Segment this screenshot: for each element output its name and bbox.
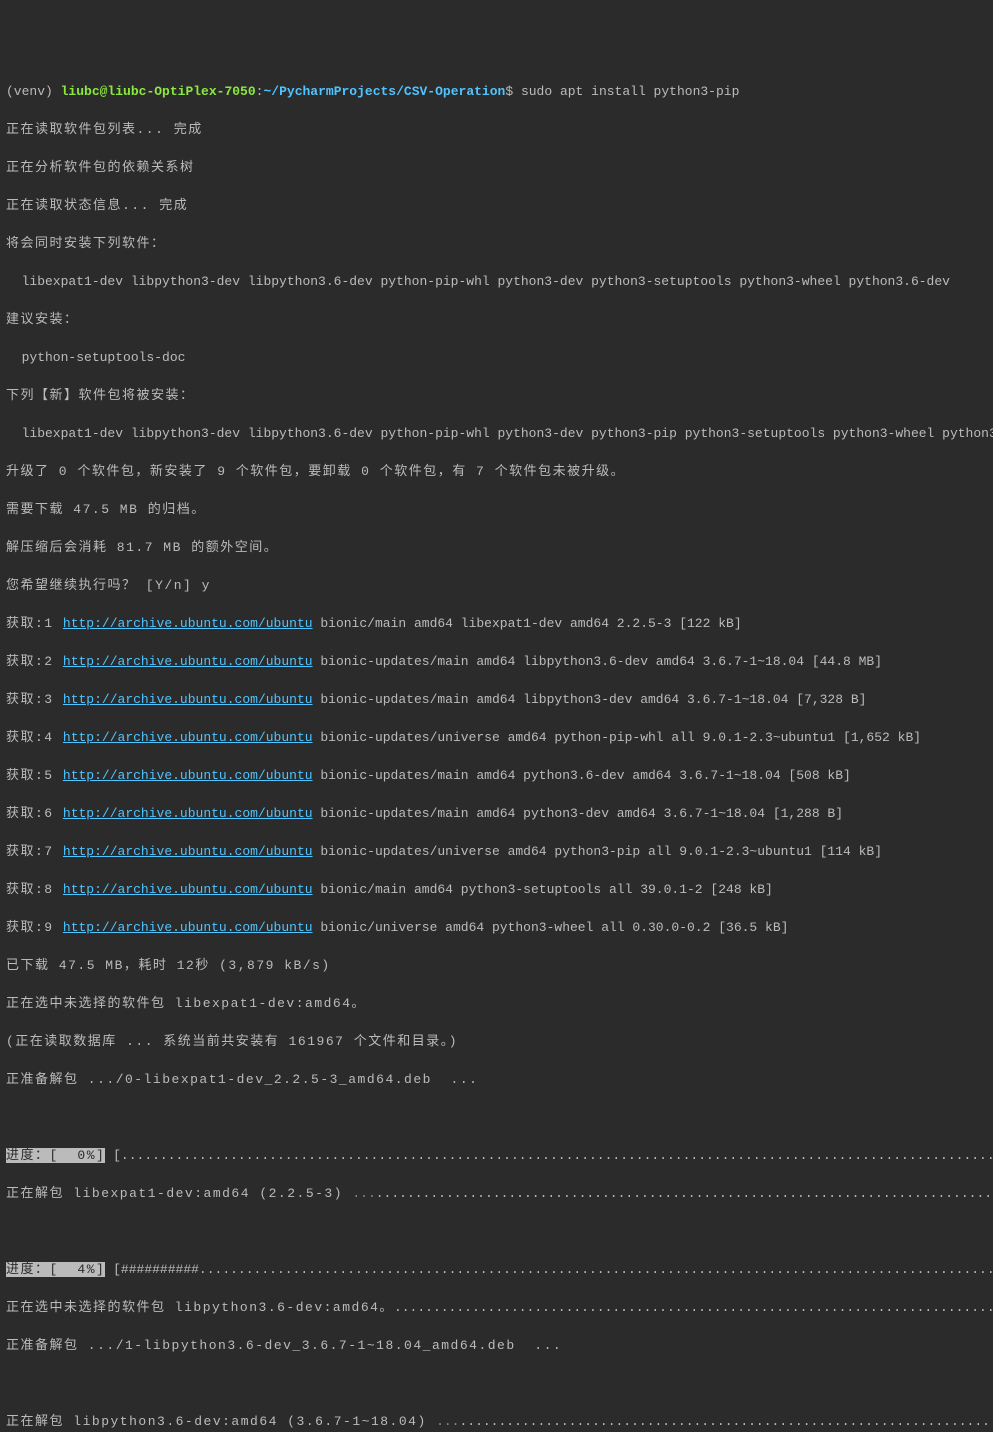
- command-input[interactable]: sudo apt install python3-pip: [521, 84, 739, 99]
- progress-line: 进度：[ 4%] [##########....................…: [6, 1260, 987, 1279]
- fetch-line: 获取:2 http://archive.ubuntu.com/ubuntu bi…: [6, 652, 987, 671]
- output-line: 解压缩后会消耗 81.7 MB 的额外空间。: [6, 538, 987, 557]
- fetch-line: 获取:1 http://archive.ubuntu.com/ubuntu bi…: [6, 614, 987, 633]
- archive-link[interactable]: http://archive.ubuntu.com/ubuntu: [63, 920, 313, 935]
- output-line: 正在解包 libpython3.6-dev:amd64 (3.6.7-1~18.…: [6, 1412, 987, 1431]
- progress-percent: 进度：[ 4%]: [6, 1262, 105, 1277]
- output-line: 正在解包 libexpat1-dev:amd64 (2.2.5-3) .....…: [6, 1184, 987, 1203]
- blank-line: [6, 1374, 987, 1393]
- venv-label: (venv): [6, 84, 53, 99]
- archive-link[interactable]: http://archive.ubuntu.com/ubuntu: [63, 730, 313, 745]
- archive-link[interactable]: http://archive.ubuntu.com/ubuntu: [63, 768, 313, 783]
- archive-link[interactable]: http://archive.ubuntu.com/ubuntu: [63, 654, 313, 669]
- output-line: python-setuptools-doc: [6, 348, 987, 367]
- output-line: 您希望继续执行吗？ [Y/n] y: [6, 576, 987, 595]
- output-line: 正在读取状态信息... 完成: [6, 196, 987, 215]
- output-line: libexpat1-dev libpython3-dev libpython3.…: [6, 424, 987, 443]
- fetch-line: 获取:7 http://archive.ubuntu.com/ubuntu bi…: [6, 842, 987, 861]
- fetch-line: 获取:8 http://archive.ubuntu.com/ubuntu bi…: [6, 880, 987, 899]
- output-line: 正准备解包 .../1-libpython3.6-dev_3.6.7-1~18.…: [6, 1336, 987, 1355]
- progress-percent: 进度：[ 0%]: [6, 1148, 105, 1163]
- archive-link[interactable]: http://archive.ubuntu.com/ubuntu: [63, 844, 313, 859]
- output-line: (正在读取数据库 ... 系统当前共安装有 161967 个文件和目录。): [6, 1032, 987, 1051]
- prompt-line: (venv) liubc@liubc-OptiPlex-7050:~/Pycha…: [6, 82, 987, 101]
- user-host: liubc@liubc-OptiPlex-7050: [61, 84, 256, 99]
- fetch-line: 获取:3 http://archive.ubuntu.com/ubuntu bi…: [6, 690, 987, 709]
- fetch-line: 获取:5 http://archive.ubuntu.com/ubuntu bi…: [6, 766, 987, 785]
- archive-link[interactable]: http://archive.ubuntu.com/ubuntu: [63, 806, 313, 821]
- output-line: 建议安装：: [6, 310, 987, 329]
- archive-link[interactable]: http://archive.ubuntu.com/ubuntu: [63, 692, 313, 707]
- output-line: 下列【新】软件包将被安装：: [6, 386, 987, 405]
- archive-link[interactable]: http://archive.ubuntu.com/ubuntu: [63, 882, 313, 897]
- output-line: 将会同时安装下列软件：: [6, 234, 987, 253]
- blank-line: [6, 1222, 987, 1241]
- output-line: 正准备解包 .../0-libexpat1-dev_2.2.5-3_amd64.…: [6, 1070, 987, 1089]
- progress-line: 进度：[ 0%] [..............................…: [6, 1146, 987, 1165]
- output-line: 正在选中未选择的软件包 libpython3.6-dev:amd64。.....…: [6, 1298, 987, 1317]
- fetch-line: 获取:4 http://archive.ubuntu.com/ubuntu bi…: [6, 728, 987, 747]
- fetch-line: 获取:6 http://archive.ubuntu.com/ubuntu bi…: [6, 804, 987, 823]
- output-line: 需要下载 47.5 MB 的归档。: [6, 500, 987, 519]
- output-line: 已下载 47.5 MB，耗时 12秒 (3,879 kB/s): [6, 956, 987, 975]
- output-line: 正在分析软件包的依赖关系树: [6, 158, 987, 177]
- cwd-path: ~/PycharmProjects/CSV-Operation: [263, 84, 505, 99]
- archive-link[interactable]: http://archive.ubuntu.com/ubuntu: [63, 616, 313, 631]
- output-line: 正在选中未选择的软件包 libexpat1-dev:amd64。: [6, 994, 987, 1013]
- output-line: 升级了 0 个软件包，新安装了 9 个软件包，要卸载 0 个软件包，有 7 个软…: [6, 462, 987, 481]
- output-line: libexpat1-dev libpython3-dev libpython3.…: [6, 272, 987, 291]
- fetch-line: 获取:9 http://archive.ubuntu.com/ubuntu bi…: [6, 918, 987, 937]
- blank-line: [6, 1108, 987, 1127]
- output-line: 正在读取软件包列表... 完成: [6, 120, 987, 139]
